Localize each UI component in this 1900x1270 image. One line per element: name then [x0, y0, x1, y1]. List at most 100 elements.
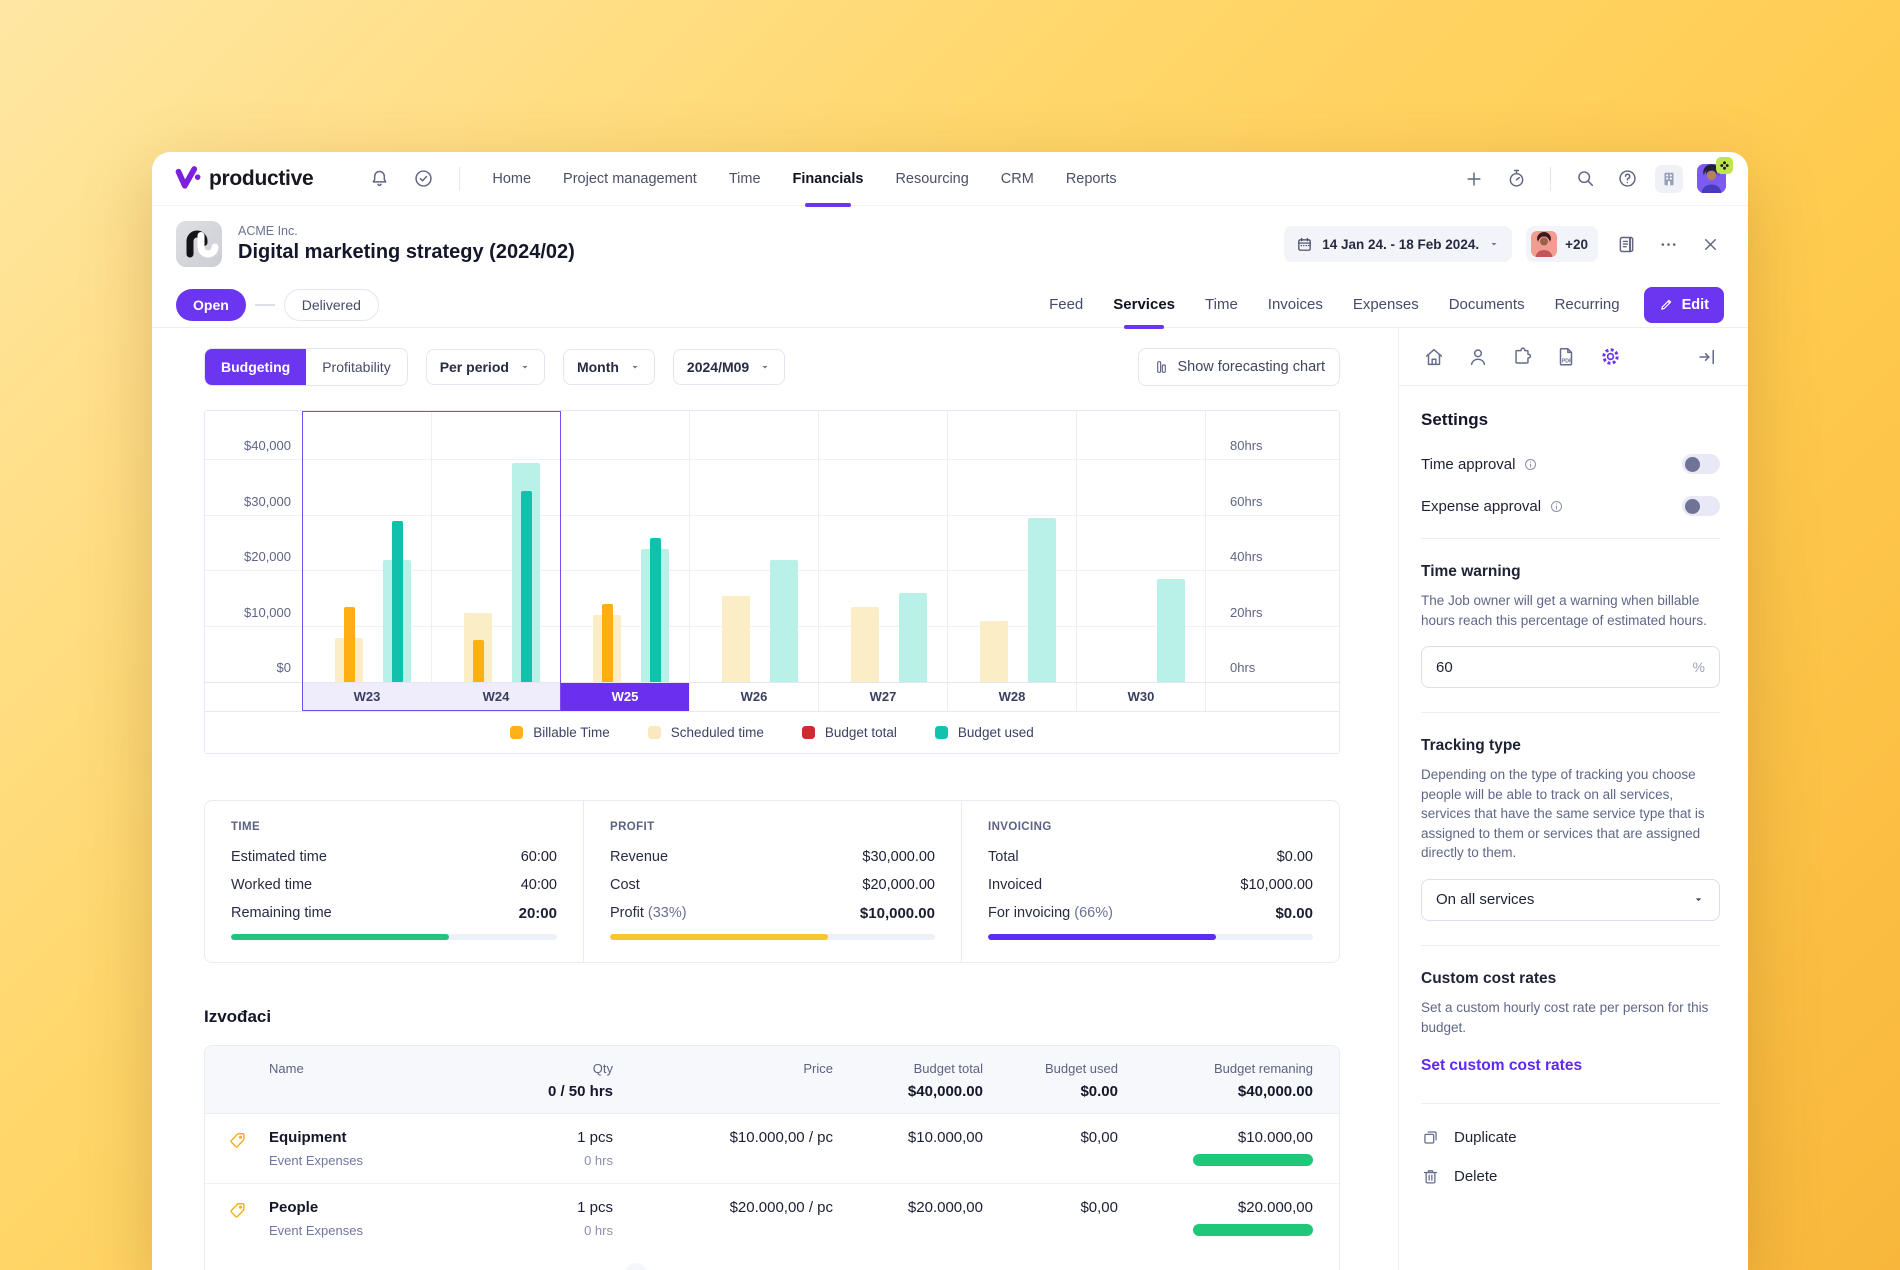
notifications-bell-icon[interactable]	[365, 165, 393, 193]
summary-time: TIMEEstimated time60:00Worked time40:00R…	[205, 801, 583, 962]
search-icon[interactable]	[1571, 165, 1599, 193]
chart-column-w25	[560, 411, 689, 682]
summary-title: TIME	[231, 821, 557, 833]
contractors-section-title: Izvođaci	[204, 1007, 1340, 1027]
set-custom-cost-rates-link[interactable]: Set custom cost rates	[1421, 1057, 1582, 1075]
person-icon[interactable]	[1465, 344, 1491, 370]
legend-swatch	[510, 726, 523, 739]
chart-week-labels: W23W24W25W26W27W28W30	[205, 682, 1339, 711]
cell-price: $10.000,00 / pc	[613, 1129, 833, 1168]
project-members[interactable]: +20	[1526, 226, 1598, 262]
dropdown-label: Month	[577, 359, 619, 375]
workspace-badge-icon	[1716, 157, 1733, 174]
integrations-puzzle-icon[interactable]	[1509, 344, 1535, 370]
tag-icon	[205, 1199, 269, 1238]
table-row-people[interactable]: PeopleEvent Expenses1 pcs0 hrs$20.000,00…	[205, 1183, 1339, 1253]
toggle-knob	[1685, 499, 1700, 514]
show-forecasting-chart-button[interactable]: Show forecasting chart	[1138, 348, 1341, 386]
week-label-w26[interactable]: W26	[689, 682, 818, 711]
trash-icon	[1421, 1167, 1440, 1186]
tab-documents[interactable]: Documents	[1449, 282, 1525, 327]
toggle-time-approval[interactable]	[1682, 454, 1720, 474]
timer-stopwatch-icon[interactable]	[1502, 165, 1530, 193]
date-range-picker[interactable]: 14 Jan 24. - 18 Feb 2024.	[1284, 226, 1512, 262]
pdf-export-icon[interactable]: PDF	[1553, 344, 1579, 370]
segment-budgeting[interactable]: Budgeting	[205, 349, 306, 385]
date-range-value: 14 Jan 24. - 18 Feb 2024.	[1322, 237, 1479, 252]
sidebar-divider	[1421, 712, 1720, 713]
week-label-w27[interactable]: W27	[818, 682, 947, 711]
settings-gear-icon[interactable]	[1597, 344, 1623, 370]
home-icon[interactable]	[1421, 344, 1447, 370]
time-warning-input[interactable]	[1436, 659, 1693, 676]
duplicate-button[interactable]: Duplicate	[1421, 1128, 1720, 1147]
help-icon[interactable]	[1613, 165, 1641, 193]
nav-item-crm[interactable]: CRM	[1001, 152, 1034, 205]
row-budget-remaining: $10.000,00	[1118, 1129, 1313, 1146]
tab-invoices[interactable]: Invoices	[1268, 282, 1323, 327]
tracking-type-select[interactable]: On all services	[1421, 879, 1720, 921]
nav-item-financials[interactable]: Financials	[793, 152, 864, 205]
activity-log-icon[interactable]	[1612, 230, 1640, 258]
productive-logo[interactable]: productive	[174, 165, 313, 192]
edit-button[interactable]: Edit	[1644, 287, 1724, 323]
col-budget-remaining-value: $40,000.00	[1118, 1083, 1313, 1100]
status-open-badge[interactable]: Open	[176, 289, 246, 321]
approvals-check-icon[interactable]	[409, 165, 437, 193]
create-plus-icon[interactable]	[1460, 165, 1488, 193]
chevron-down-icon	[759, 361, 771, 373]
custom-cost-rates-description: Set a custom hourly cost rate per person…	[1421, 998, 1720, 1037]
week-label-w23[interactable]: W23	[302, 682, 431, 711]
status-delivered-badge[interactable]: Delivered	[284, 289, 379, 321]
tab-time[interactable]: Time	[1205, 282, 1238, 327]
tab-services[interactable]: Services	[1113, 282, 1175, 327]
tab-feed[interactable]: Feed	[1049, 282, 1083, 327]
row-name: Equipment	[269, 1129, 493, 1146]
collapse-panel-icon[interactable]	[1694, 344, 1720, 370]
nav-item-time[interactable]: Time	[729, 152, 761, 205]
nav-item-project-management[interactable]: Project management	[563, 152, 697, 205]
week-label-w28[interactable]: W28	[947, 682, 1076, 711]
close-icon[interactable]	[1696, 230, 1724, 258]
week-label-w25[interactable]: W25	[560, 682, 689, 711]
tab-expenses[interactable]: Expenses	[1353, 282, 1419, 327]
info-icon	[1549, 499, 1564, 514]
cell-budget-total: $10.000,00	[833, 1129, 983, 1168]
bar-billable-time	[344, 607, 355, 682]
nav-item-home[interactable]: Home	[492, 152, 531, 205]
summary-label: Revenue	[610, 849, 668, 865]
row-progress	[1118, 1224, 1313, 1236]
more-options-icon[interactable]	[1654, 230, 1682, 258]
status-and-tabs-row: Open Delivered Feed Services Time Invoices E…	[152, 282, 1748, 328]
progress-bar	[231, 934, 557, 940]
bar-scheduled-time	[980, 621, 1008, 682]
chart-plot: $40,000$30,000$20,000$10,000$080hrs60hrs…	[205, 411, 1339, 682]
col-budget-used-value: $0.00	[983, 1083, 1118, 1100]
table-row-equipment[interactable]: EquipmentEvent Expenses1 pcs0 hrs$10.000…	[205, 1114, 1339, 1183]
delete-button[interactable]: Delete	[1421, 1167, 1720, 1186]
productive-wordmark: productive	[209, 167, 313, 191]
topbar-divider	[459, 167, 460, 191]
desktop-background: productive Home Project management Time Fin…	[0, 0, 1900, 1270]
dropdown-per-period[interactable]: Per period	[426, 349, 545, 385]
organization-icon[interactable]	[1655, 165, 1683, 193]
user-avatar[interactable]	[1697, 164, 1726, 193]
week-label-w30[interactable]: W30	[1076, 682, 1205, 711]
calendar-icon	[1296, 236, 1313, 253]
chart-filter-row: Budgeting Profitability Per period Month 2…	[204, 348, 1340, 386]
segment-profitability[interactable]: Profitability	[306, 349, 406, 385]
chart-column-w23	[302, 411, 431, 682]
dropdown-2024-m09[interactable]: 2024/M09	[673, 349, 785, 385]
tracking-type-value: On all services	[1436, 891, 1692, 908]
time-warning-title: Time warning	[1421, 563, 1720, 581]
nav-item-resourcing[interactable]: Resourcing	[895, 152, 968, 205]
toggle-expense-approval[interactable]	[1682, 496, 1720, 516]
dropdown-month[interactable]: Month	[563, 349, 655, 385]
tag-icon	[205, 1129, 269, 1168]
row-budget-total: $10.000,00	[833, 1129, 983, 1146]
tab-recurring[interactable]: Recurring	[1555, 282, 1620, 327]
nav-item-reports[interactable]: Reports	[1066, 152, 1117, 205]
week-label-w24[interactable]: W24	[431, 682, 560, 711]
chart-column-w24	[431, 411, 560, 682]
app-window: productive Home Project management Time Fin…	[152, 152, 1748, 1270]
